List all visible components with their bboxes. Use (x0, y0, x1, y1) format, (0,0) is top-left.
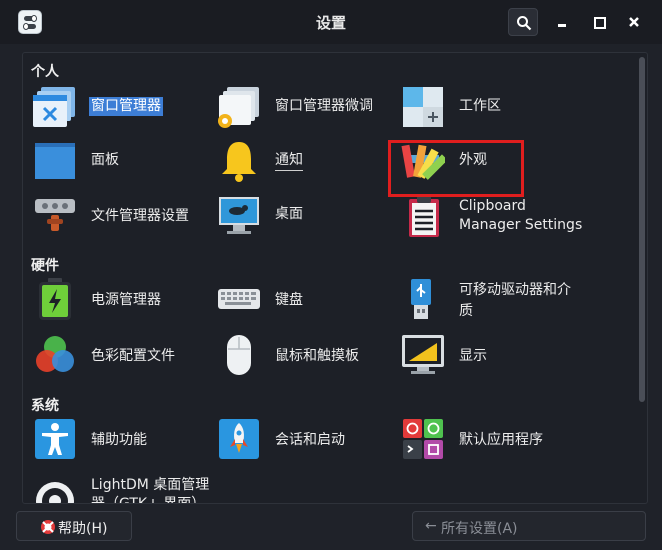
item-window-manager-tweaks-label: 窗口管理器微调 (275, 98, 373, 114)
default-apps-icon (403, 419, 443, 459)
item-keyboard[interactable]: 键盘 (217, 275, 407, 325)
keyboard-icon (218, 289, 260, 309)
accessibility-icon (35, 419, 75, 459)
search-icon (517, 16, 532, 31)
battery-icon (39, 278, 71, 320)
file-manager-icon (35, 199, 75, 231)
item-workspaces[interactable]: 工作区 (401, 83, 601, 133)
rocket-icon (219, 419, 259, 459)
item-accessibility[interactable]: 辅助功能 (33, 415, 213, 465)
panel-icon (35, 143, 75, 179)
item-notifications-label: 通知 (275, 151, 303, 171)
item-default-apps-label: 默认应用程序 (459, 432, 543, 448)
help-button-label: 帮助(H) (58, 521, 108, 537)
item-removable-drives[interactable]: 可移动驱动器和介 质 (401, 275, 611, 331)
item-accessibility-label: 辅助功能 (91, 432, 147, 448)
title-bar: 设置 (0, 0, 662, 44)
item-lightdm-label-line2: 器（GTK+ 界面） (91, 496, 206, 504)
window-manager-tweaks-icon (218, 87, 259, 128)
section-system: 系统 (31, 398, 59, 414)
item-removable-label-line2: 质 (459, 303, 473, 319)
item-removable-label-line1: 可移动驱动器和介 (459, 282, 571, 298)
item-workspaces-label: 工作区 (459, 98, 501, 114)
section-personal: 个人 (31, 64, 59, 80)
item-mouse-touchpad[interactable]: 鼠标和触摸板 (217, 331, 407, 381)
all-settings-button[interactable]: ← 所有设置(A) (412, 511, 646, 541)
item-file-manager[interactable]: 文件管理器设置 (33, 191, 213, 241)
item-color-profiles-label: 色彩配置文件 (91, 348, 175, 364)
vertical-scrollbar[interactable] (639, 57, 645, 402)
lifebuoy-icon (41, 520, 55, 534)
close-button[interactable] (624, 12, 644, 32)
item-notifications[interactable]: 通知 (217, 137, 407, 187)
item-clipboard-manager[interactable]: Clipboard Manager Settings (401, 191, 611, 247)
item-desktop-label: 桌面 (275, 206, 303, 222)
item-window-manager-label: 窗口管理器 (89, 97, 163, 116)
mouse-icon (227, 335, 251, 375)
item-desktop[interactable]: 桌面 (217, 191, 407, 241)
workspaces-icon (403, 87, 443, 127)
minimize-button[interactable] (553, 12, 573, 32)
all-settings-label: 所有设置(A) (441, 521, 518, 537)
item-mouse-touchpad-label: 鼠标和触摸板 (275, 348, 359, 364)
item-keyboard-label: 键盘 (275, 292, 303, 308)
item-display[interactable]: 显示 (401, 331, 601, 381)
usb-drive-icon (411, 279, 431, 319)
item-session-startup-label: 会话和启动 (275, 432, 345, 448)
settings-grid: 个人 窗口管理器 窗口管理器微调 工作区 面板 通知 外观 文件管理器设置 桌面… (22, 52, 648, 504)
section-hardware: 硬件 (31, 258, 59, 274)
lightdm-icon (36, 482, 74, 503)
settings-window: 设置 个人 窗口管理器 窗口管理器微调 工作区 面板 通知 外观 文件管理器设置… (0, 0, 662, 550)
item-color-profiles[interactable]: 色彩配置文件 (33, 331, 213, 381)
arrow-left-icon: ← (425, 518, 437, 534)
item-panel[interactable]: 面板 (33, 137, 213, 187)
display-icon (402, 335, 444, 374)
search-button[interactable] (508, 8, 538, 36)
bell-icon (222, 142, 256, 182)
color-profiles-icon (36, 336, 74, 372)
annotation-highlight-box (388, 140, 524, 197)
item-lightdm-label-line1: LightDM 桌面管理 (91, 477, 210, 493)
desktop-icon (219, 197, 259, 234)
item-default-apps[interactable]: 默认应用程序 (401, 415, 601, 465)
item-clipboard-label-line1: Clipboard (459, 198, 526, 214)
item-window-manager[interactable]: 窗口管理器 (33, 83, 213, 133)
item-power-manager[interactable]: 电源管理器 (33, 275, 213, 325)
item-clipboard-label-line2: Manager Settings (459, 217, 583, 233)
item-file-manager-label: 文件管理器设置 (91, 208, 189, 224)
close-icon (629, 17, 639, 27)
item-display-label: 显示 (459, 348, 487, 364)
help-button[interactable]: 帮助(H) (16, 511, 132, 541)
maximize-button[interactable] (589, 12, 609, 32)
item-window-manager-tweaks[interactable]: 窗口管理器微调 (217, 83, 407, 133)
window-manager-icon (33, 87, 75, 127)
item-session-startup[interactable]: 会话和启动 (217, 415, 407, 465)
clipboard-icon (409, 196, 439, 237)
item-panel-label: 面板 (91, 152, 119, 168)
item-lightdm[interactable]: LightDM 桌面管理 器（GTK+ 界面） (33, 471, 233, 504)
item-power-manager-label: 电源管理器 (91, 292, 161, 308)
